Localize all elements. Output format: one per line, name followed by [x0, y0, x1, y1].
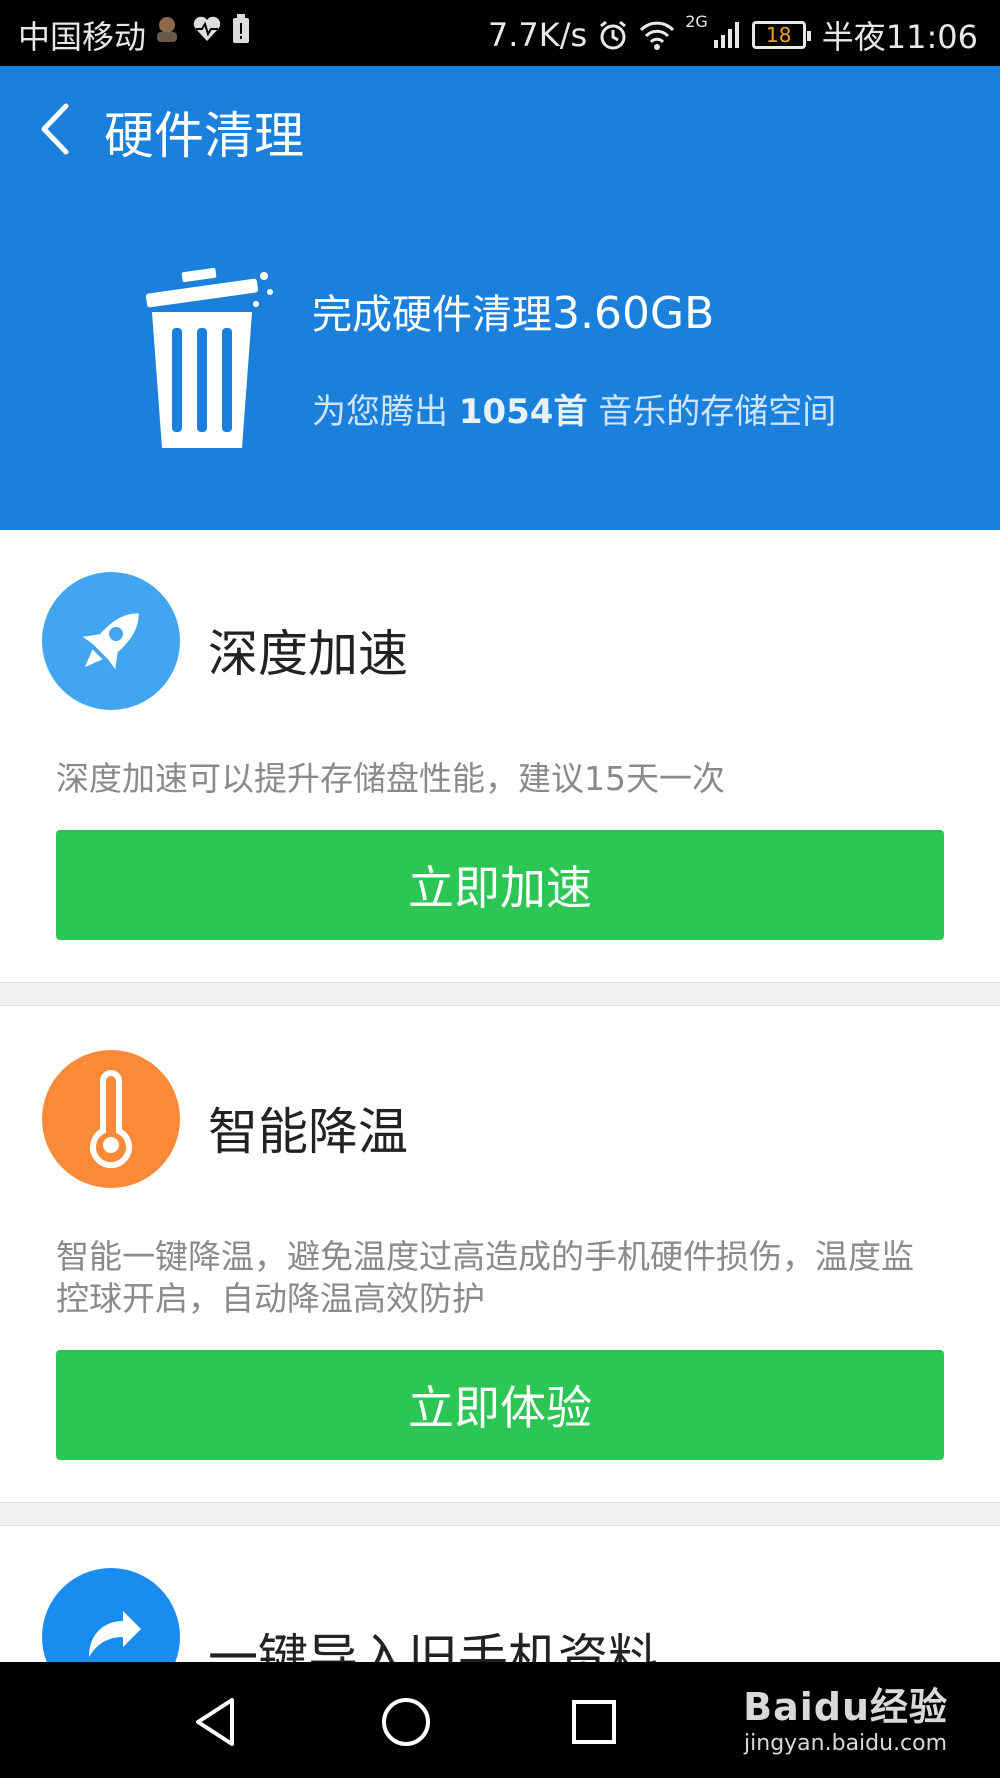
alarm-icon [600, 20, 627, 50]
card-title: 智能降温 [208, 1103, 408, 1161]
cleanup-result: 完成硬件清理3.60GB [312, 282, 714, 340]
heart-rate-icon [193, 16, 221, 41]
page-title: 硬件清理 [104, 107, 304, 165]
section-divider [0, 982, 1000, 1006]
smart-cooling-card: 智能降温 智能一键降温，避免温度过高造成的手机硬件损伤，温度监控球开启，自动降温… [0, 1006, 1000, 1502]
battery-indicator: 18 [751, 21, 811, 49]
rocket-glyph [82, 613, 139, 670]
card-description: 智能一键降温，避免温度过高造成的手机硬件损伤，温度监控球开启，自动降温高效防护 [56, 1237, 914, 1318]
navigation-bar: Baidu经验 jingyan.baidu.com [0, 1662, 1000, 1778]
header: 硬件清理 完成硬件清理3.60GB 为您腾出 1054首 音乐的存储空间 [0, 66, 1000, 530]
import-data-card[interactable]: 一键导入旧手机资料 [0, 1526, 1000, 1662]
carrier-name: 中国移动 [18, 18, 147, 56]
card-title: 一键导入旧手机资料 [208, 1629, 658, 1662]
signal-icon [713, 22, 739, 48]
try-now-button[interactable]: 立即体验 [56, 1350, 944, 1460]
status-bar: 中国移动 7.7K/s 2G 18 半夜11:06 [0, 0, 1000, 66]
status-right: 7.7K/s 2G 18 半夜11:06 [488, 12, 978, 58]
baidu-watermark: Baidu经验 jingyan.baidu.com [743, 1676, 948, 1756]
network-type: 2G [685, 12, 708, 31]
thermometer-icon [42, 1050, 180, 1188]
nav-back-button[interactable] [188, 1692, 248, 1752]
section-divider [0, 1502, 1000, 1526]
trash-icon [146, 267, 273, 448]
watermark-sub: jingyan.baidu.com [744, 1731, 948, 1756]
accelerate-now-button[interactable]: 立即加速 [56, 830, 944, 940]
circle-home-icon [382, 1698, 430, 1746]
square-recents-icon [572, 1700, 616, 1744]
nav-recents-button[interactable] [564, 1692, 624, 1752]
rocket-icon [42, 572, 180, 710]
sub-prefix: 为您腾出 [312, 392, 448, 432]
battery-alert-icon [233, 14, 249, 43]
nav-home-button[interactable] [376, 1692, 436, 1752]
sub-suffix: 音乐的存储空间 [598, 392, 837, 432]
clock: 半夜11:06 [821, 18, 978, 56]
sub-highlight: 1054首 [458, 392, 588, 432]
card-title: 深度加速 [208, 625, 408, 683]
network-speed: 7.7K/s [487, 16, 588, 54]
deep-acceleration-card: 深度加速 深度加速可以提升存储盘性能，建议15天一次 立即加速 [0, 530, 1000, 982]
transfer-icon [42, 1568, 180, 1662]
watermark-main: Baidu经验 [743, 1685, 948, 1729]
thermometer-glyph [90, 1070, 132, 1169]
notification-icons [152, 14, 250, 44]
battery-level: 18 [766, 23, 792, 47]
card-description: 深度加速可以提升存储盘性能，建议15天一次 [56, 759, 725, 798]
triangle-back-icon [196, 1698, 234, 1746]
chevron-left-icon [41, 103, 69, 155]
wifi-icon [640, 21, 675, 50]
result-amount: 3.60GB [552, 288, 715, 339]
result-prefix: 完成硬件清理 [312, 292, 552, 338]
back-button[interactable] [30, 94, 90, 164]
avatar-icon [157, 17, 177, 42]
transfer-glyph [89, 1611, 141, 1662]
result-subtitle: 为您腾出 1054首 音乐的存储空间 [312, 384, 836, 433]
